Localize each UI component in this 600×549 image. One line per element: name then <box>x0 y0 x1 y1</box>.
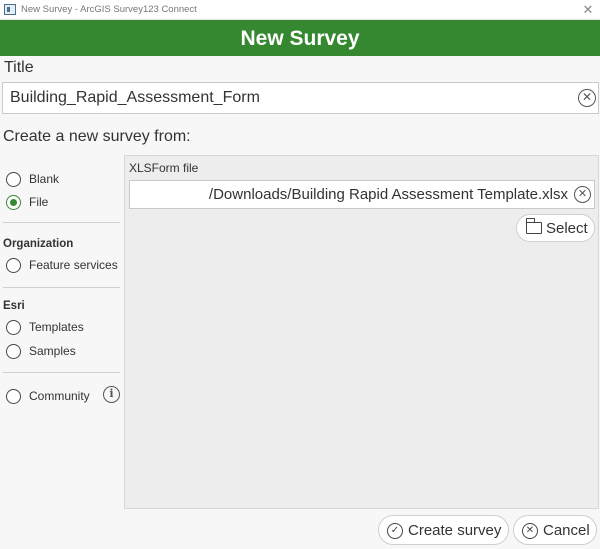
radio-file-label: File <box>29 195 49 209</box>
window-titlebar: New Survey - ArcGIS Survey123 Connect ✕ <box>0 0 600 20</box>
create-survey-button[interactable]: ✓ Create survey <box>378 515 509 545</box>
radio-blank-label: Blank <box>29 172 60 186</box>
section-esri: Esri <box>3 300 25 312</box>
title-input[interactable]: Building_Rapid_Assessment_Form ✕ <box>2 82 599 114</box>
radio-samples-label: Samples <box>29 344 76 358</box>
radio-file-circle[interactable] <box>6 195 21 210</box>
divider <box>3 287 120 288</box>
radio-blank-circle[interactable] <box>6 172 21 187</box>
radio-feature-services-label: Feature services <box>29 258 118 272</box>
section-organization: Organization <box>3 238 74 250</box>
check-circle-icon: ✓ <box>387 523 403 539</box>
create-survey-label: Create survey <box>408 522 502 539</box>
create-from-label: Create a new survey from: <box>3 128 191 145</box>
radio-templates-label: Templates <box>29 320 84 334</box>
window-title: New Survey - ArcGIS Survey123 Connect <box>21 4 197 15</box>
cancel-button[interactable]: ✕ Cancel <box>513 515 597 545</box>
survey123-app-icon <box>4 4 16 15</box>
radio-templates-circle[interactable] <box>6 320 21 335</box>
radio-community-circle[interactable] <box>6 389 21 404</box>
xlsform-panel: XLSForm file /Downloads/Building Rapid A… <box>124 155 599 509</box>
close-circle-icon: ✕ <box>522 523 538 539</box>
file-clear-icon[interactable]: ✕ <box>574 186 591 203</box>
xlsform-file-input[interactable]: /Downloads/Building Rapid Assessment Tem… <box>129 180 595 209</box>
xlsform-label: XLSForm file <box>129 161 199 175</box>
cancel-label: Cancel <box>543 522 590 539</box>
radio-community-label: Community <box>29 389 90 403</box>
radio-feature-services-circle[interactable] <box>6 258 21 273</box>
divider <box>3 222 120 223</box>
title-label: Title <box>4 59 34 76</box>
select-button[interactable]: Select <box>516 214 595 242</box>
header-banner: New Survey <box>0 20 600 56</box>
page-title: New Survey <box>240 27 360 50</box>
folder-open-icon <box>525 218 542 234</box>
window-close-button[interactable]: ✕ <box>579 1 597 18</box>
info-icon[interactable]: i <box>103 386 120 403</box>
select-button-label: Select <box>546 220 588 237</box>
title-clear-icon[interactable]: ✕ <box>578 89 596 107</box>
title-input-value[interactable]: Building_Rapid_Assessment_Form <box>10 89 260 107</box>
xlsform-file-value[interactable]: /Downloads/Building Rapid Assessment Tem… <box>209 186 568 203</box>
radio-samples-circle[interactable] <box>6 344 21 359</box>
divider <box>3 372 120 373</box>
